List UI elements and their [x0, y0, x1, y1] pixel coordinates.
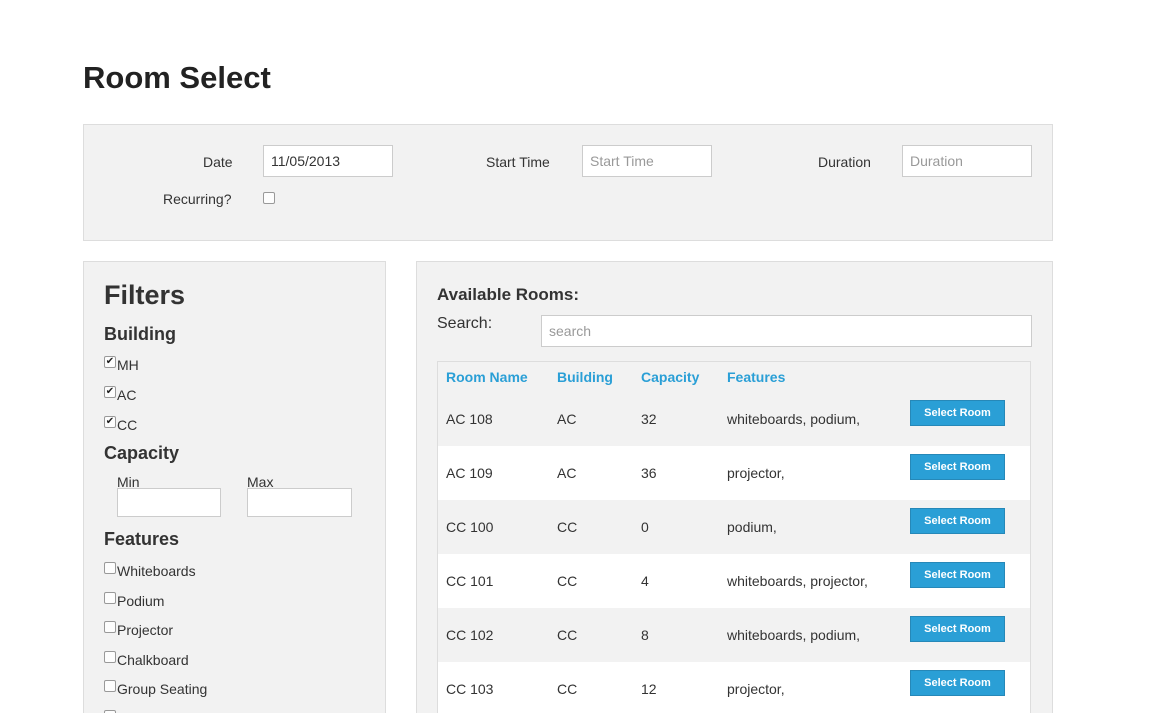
- building-option-label: MH: [117, 357, 139, 373]
- rooms-table: Room Name Building Capacity Features AC …: [437, 361, 1031, 713]
- filters-title: Filters: [104, 280, 186, 310]
- cell-building: AC: [557, 411, 577, 427]
- cell-name: AC 109: [446, 465, 493, 481]
- capacity-min-input[interactable]: [117, 488, 221, 517]
- cell-features: whiteboards, projector,: [727, 573, 868, 589]
- feature-checkbox[interactable]: [104, 650, 116, 663]
- search-label: Search:: [437, 315, 493, 332]
- col-features[interactable]: Features: [727, 369, 785, 385]
- building-checkbox[interactable]: ✔: [104, 416, 116, 428]
- building-checkbox[interactable]: ✔: [104, 356, 116, 368]
- cell-features: podium,: [727, 519, 777, 535]
- cell-building: AC: [557, 465, 577, 481]
- start-time-label: Start Time: [486, 154, 550, 170]
- cell-name: CC 101: [446, 573, 494, 589]
- table-row: AC 108 AC 32 whiteboards, podium, Select Roo…: [438, 392, 1030, 446]
- start-time-input[interactable]: [582, 145, 712, 177]
- feature-checkbox[interactable]: [104, 562, 116, 574]
- cell-building: CC: [557, 681, 578, 697]
- feature-option-label: Projector: [117, 622, 174, 638]
- feature-option-label: Chalkboard: [117, 651, 189, 668]
- table-row: CC 100 CC 0 podium, Select Room: [438, 500, 1030, 554]
- rooms-title: Available Rooms:: [437, 285, 580, 304]
- cell-name: CC 103: [446, 681, 494, 697]
- booking-panel: Date Start Time Duration Recurring?: [83, 124, 1053, 241]
- select-room-button[interactable]: Select Room: [910, 562, 1005, 588]
- select-room-button[interactable]: Select Room: [910, 670, 1005, 696]
- recurring-label: Recurring?: [163, 191, 232, 207]
- select-room-button[interactable]: Select Room: [910, 400, 1005, 426]
- cell-features: projector,: [727, 465, 785, 481]
- building-checkbox[interactable]: ✔: [104, 386, 116, 398]
- capacity-max-input[interactable]: [247, 488, 352, 517]
- date-label: Date: [203, 154, 233, 170]
- cell-features: projector,: [727, 681, 785, 697]
- cell-building: CC: [557, 519, 578, 535]
- cell-name: CC 100: [446, 519, 494, 535]
- feature-checkbox[interactable]: [104, 591, 116, 604]
- cell-capacity: 4: [641, 573, 649, 589]
- building-title: Building: [104, 324, 176, 344]
- cell-capacity: 12: [641, 681, 657, 697]
- table-row: CC 103 CC 12 projector, Select Room: [438, 662, 1030, 713]
- rooms-panel: Available Rooms: Search: Room Name Build…: [416, 261, 1053, 713]
- cell-capacity: 8: [641, 627, 649, 643]
- cell-capacity: 36: [641, 465, 657, 481]
- duration-input[interactable]: [902, 145, 1032, 177]
- date-input[interactable]: [263, 145, 393, 177]
- cell-features: whiteboards, podium,: [727, 411, 861, 427]
- building-option-label: AC: [117, 387, 137, 403]
- cell-features: whiteboards, podium,: [727, 627, 861, 643]
- cell-name: AC 108: [446, 411, 493, 427]
- search-input[interactable]: [541, 315, 1032, 347]
- col-room-name[interactable]: Room Name: [446, 369, 528, 385]
- cell-capacity: 32: [641, 411, 657, 427]
- cell-building: CC: [557, 573, 578, 589]
- page-title: Room Select: [83, 60, 271, 95]
- feature-option-label: Whiteboards: [117, 563, 196, 579]
- table-row: AC 109 AC 36 projector, Select Room: [438, 446, 1030, 500]
- cell-building: CC: [557, 627, 578, 643]
- col-building[interactable]: Building: [557, 369, 613, 385]
- features-title: Features: [104, 529, 180, 549]
- feature-checkbox[interactable]: [104, 680, 116, 692]
- col-capacity[interactable]: Capacity: [641, 369, 699, 385]
- building-option-label: CC: [117, 417, 138, 433]
- filters-panel: Filters Building ✔ MH ✔ AC ✔ CC Capacity Min …: [83, 261, 386, 713]
- recurring-checkbox[interactable]: [263, 192, 275, 204]
- capacity-title: Capacity: [104, 443, 180, 463]
- cell-name: CC 102: [446, 627, 494, 643]
- select-room-button[interactable]: Select Room: [910, 454, 1005, 480]
- select-room-button[interactable]: Select Room: [910, 508, 1005, 534]
- feature-checkbox[interactable]: [104, 621, 116, 633]
- table-row: CC 101 CC 4 whiteboards, projector, Select R…: [438, 554, 1030, 608]
- duration-label: Duration: [818, 154, 871, 170]
- cell-capacity: 0: [641, 519, 649, 535]
- select-room-button[interactable]: Select Room: [910, 616, 1005, 642]
- feature-option-label: Group Seating: [117, 681, 208, 697]
- table-row: CC 102 CC 8 whiteboards, podium, Select Room: [438, 608, 1030, 662]
- feature-option-label: Podium: [117, 592, 165, 609]
